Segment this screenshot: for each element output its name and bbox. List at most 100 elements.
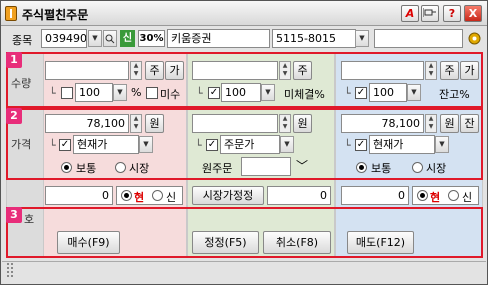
misu-checkbox[interactable] [146,87,158,99]
buy-shin-radio[interactable] [152,190,163,201]
spin-icon[interactable]: ▲ ▼ [130,61,142,80]
status-bar [2,261,486,283]
sell-won-button[interactable]: 원 [440,114,459,133]
buy-button[interactable]: 매수(F9) [57,231,120,254]
cancel-button[interactable]: 취소(F8) [263,231,331,254]
sell-normal-radio[interactable] [356,162,367,173]
buy-shares-button[interactable]: 주 [145,61,164,80]
chevron-down-icon[interactable]: ▼ [88,30,102,47]
percent-label: % [131,86,142,99]
sell-count-input[interactable]: 0 [341,186,409,205]
sell-shin-radio[interactable] [448,190,459,201]
misu-label: 미수 [160,88,181,101]
sell-price-type-select[interactable]: 현재가 [369,135,435,154]
app-icon [5,6,17,21]
buy-won-button[interactable]: 원 [145,114,164,133]
gear-icon[interactable] [467,31,482,46]
spin-icon[interactable]: ▲ ▼ [279,114,291,133]
branch-icon: └ [49,87,56,100]
qty-label: 수량 [11,77,32,90]
stock-name-field: 키움증권 [167,29,270,48]
sell-normal-label: 보통 [371,162,392,175]
price-label: 가격 [11,138,32,151]
chevron-down-icon[interactable]: ▼ [261,84,275,101]
grip-icon[interactable] [7,263,13,277]
sell-balance-button[interactable]: 잔 [460,114,479,133]
close-icon[interactable]: X [464,5,482,22]
buy-market-radio[interactable] [115,162,126,173]
modify-rate-checkbox[interactable]: ✓ [208,87,220,99]
branch-icon: └ [196,87,203,100]
letter-a-icon[interactable]: A [401,5,419,22]
section-2-badge: 2 [6,108,22,124]
modify-shares-button[interactable]: 주 [293,61,312,80]
margin-badge: 30% [138,30,165,47]
sell-market-radio[interactable] [412,162,423,173]
password-input[interactable] [374,29,463,48]
window-title: 주식펼친주문 [22,8,89,22]
buy-hyun-label: 현 [134,191,145,204]
code-label: 종목 [12,34,33,47]
spin-icon[interactable]: ▲ ▼ [425,61,437,80]
buy-rate-checkbox[interactable] [61,87,73,99]
section-3-badge: 3 [6,207,22,223]
sell-price-type-checkbox[interactable]: ✓ [355,139,367,151]
buy-shin-label: 신 [166,191,177,204]
sell-shares-button[interactable]: 주 [440,61,459,80]
chevron-down-icon[interactable]: ▼ [435,136,449,153]
stock-code-input[interactable]: 039490 [41,29,87,48]
orig-order-select[interactable] [241,157,291,176]
spin-icon[interactable]: ▲ ▼ [425,114,437,133]
buy-rate-select[interactable]: 100 [75,83,113,102]
modify-count-input[interactable]: 0 [267,186,331,205]
buy-price-type-select[interactable]: 현재가 [73,135,139,154]
search-icon[interactable] [103,30,117,47]
account-field[interactable]: 5115-8015 [272,29,356,48]
chevron-down-icon[interactable]: ▼ [139,136,153,153]
orig-order-label: 원주문 [202,162,233,175]
branch-icon: └ [344,139,351,152]
market-price-modify-button[interactable]: 시장가정정 [192,186,264,205]
buy-price-type-checkbox[interactable]: ✓ [59,139,71,151]
chevron-down-icon[interactable]: ﹀ [292,158,312,175]
spin-icon[interactable]: ▲ ▼ [279,61,291,80]
chevron-down-icon[interactable]: ▼ [280,136,294,153]
modify-price-type-checkbox[interactable]: ✓ [206,139,218,151]
modify-price-type-select[interactable]: 주문가 [220,135,280,154]
chevron-down-icon[interactable]: ▼ [407,84,421,101]
help-icon[interactable]: ? [443,5,461,22]
order-window: 주식펼친주문 A ? X 종목 039490 ▼ 신 30% 키움증권 5115… [0,0,488,285]
modify-rate-select[interactable]: 100 [221,83,261,102]
buy-market-label: 시장 [129,162,150,175]
buy-qty-input[interactable] [45,61,129,80]
hogi-label: 호 [24,213,35,226]
modify-button[interactable]: 정정(F5) [192,231,259,254]
unfilled-label: 미체결% [284,88,325,101]
modify-price-input[interactable] [192,114,278,133]
balance-label: 잔고% [439,88,470,101]
section-1-badge: 1 [6,52,22,68]
chevron-down-icon[interactable]: ▼ [113,84,127,101]
branch-icon: └ [49,139,56,152]
sell-amount-button[interactable]: 가 [460,61,479,80]
sell-price-input[interactable]: 78,100 [341,114,424,133]
sell-hyun-radio[interactable] [417,190,428,201]
buy-normal-radio[interactable] [61,162,72,173]
buy-hyun-radio[interactable] [121,190,132,201]
modify-won-button[interactable]: 원 [293,114,312,133]
sell-button[interactable]: 매도(F12) [347,231,414,254]
sell-rate-checkbox[interactable]: ✓ [355,87,367,99]
pin-icon[interactable] [421,5,439,22]
spin-icon[interactable]: ▲ ▼ [130,114,142,133]
buy-price-input[interactable]: 78,100 [45,114,129,133]
sell-market-label: 시장 [426,162,447,175]
chevron-down-icon[interactable]: ▼ [355,30,369,47]
modify-qty-input[interactable] [192,61,278,80]
buy-amount-button[interactable]: 가 [165,61,184,80]
sell-rate-select[interactable]: 100 [369,83,407,102]
title-bar: 주식펼친주문 A ? X [1,1,487,26]
credit-badge: 신 [120,30,135,47]
buy-count-input[interactable]: 0 [45,186,113,205]
sell-qty-input[interactable] [341,61,424,80]
sell-shin-label: 신 [462,191,473,204]
